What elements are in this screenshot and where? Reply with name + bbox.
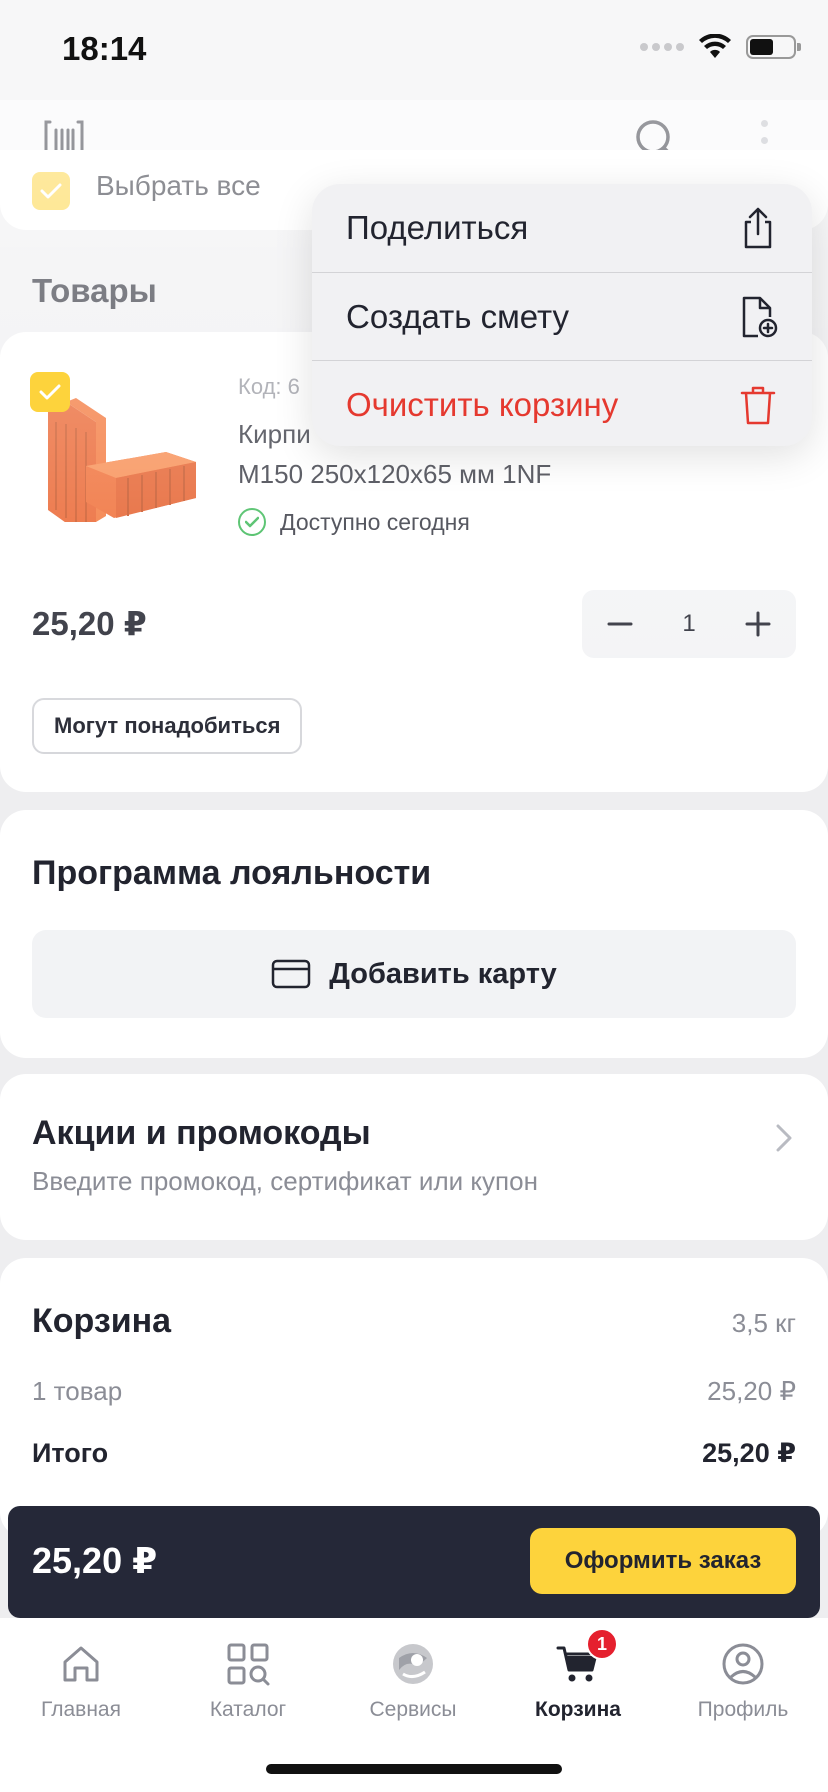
quantity-stepper: 1 [582, 590, 796, 658]
tab-catalog-label: Каталог [209, 1698, 287, 1721]
menu-item-share-label: Поделиться [346, 209, 529, 246]
plus-icon[interactable] [738, 604, 778, 644]
tab-cart[interactable]: 1 Корзина [503, 1628, 653, 1722]
promo-subtitle: Введите промокод, сертификат или купон [32, 1166, 538, 1196]
catalog-icon [227, 1643, 270, 1686]
promo-title: Акции и промокоды [32, 1114, 371, 1152]
product-price: 25,20 ₽ [32, 605, 147, 642]
quantity-value: 1 [682, 610, 696, 637]
status-indicators [640, 34, 801, 60]
tab-services[interactable]: Сервисы [338, 1640, 488, 1722]
check-circle-icon [238, 508, 266, 536]
summary-title: Корзина [32, 1302, 172, 1340]
menu-item-create-estimate[interactable]: Создать смету [312, 272, 812, 360]
cart-summary: Корзина 3,5 кг 1 товар 25,20 ₽ Итого 25,… [0, 1258, 828, 1538]
trash-icon [740, 386, 776, 424]
loyalty-card: Программа лояльности Добавить карту [0, 810, 828, 1058]
summary-total-label: Итого [32, 1438, 109, 1468]
summary-weight: 3,5 кг [731, 1308, 796, 1338]
context-menu: Поделиться Создать смету Очистить корзин… [312, 184, 812, 446]
goods-section-title: Товары [32, 272, 157, 309]
tab-home[interactable]: Главная [6, 1640, 156, 1722]
check-icon [40, 183, 62, 199]
share-icon [744, 207, 772, 249]
product-code: Код: 6 [238, 374, 300, 399]
summary-subtotal: 25,20 ₽ [707, 1376, 796, 1406]
menu-item-clear-cart-label: Очистить корзину [346, 385, 619, 423]
summary-total: 25,20 ₽ [702, 1438, 796, 1468]
check-icon [39, 384, 61, 400]
cart-badge: 1 [586, 1628, 618, 1660]
tab-catalog[interactable]: Каталог [173, 1640, 323, 1722]
add-card-button[interactable]: Добавить карту [32, 930, 796, 1018]
document-add-icon [742, 296, 778, 337]
product-checkbox[interactable] [30, 372, 70, 412]
menu-item-create-estimate-label: Создать смету [346, 297, 570, 335]
checkout-total: 25,20 ₽ [32, 1540, 158, 1581]
menu-item-share[interactable]: Поделиться [312, 184, 812, 272]
availability-label: Доступно сегодня [280, 508, 470, 535]
chevron-right-icon [776, 1124, 792, 1152]
select-all-label: Выбрать все [96, 170, 261, 201]
availability-status: Доступно сегодня [238, 508, 470, 536]
add-card-label: Добавить карту [329, 957, 557, 990]
tab-profile-label: Профиль [697, 1698, 789, 1721]
promo-row[interactable]: Акции и промокоды Введите промокод, серт… [0, 1074, 828, 1240]
cellular-signal-icon [640, 43, 684, 51]
battery-icon [746, 35, 801, 59]
tab-services-label: Сервисы [369, 1698, 457, 1721]
credit-card-icon [271, 959, 311, 989]
checkout-button[interactable]: Оформить заказ [530, 1528, 796, 1594]
home-indicator [266, 1764, 562, 1774]
minus-icon[interactable] [600, 604, 640, 644]
status-time: 18:14 [62, 30, 147, 67]
tab-home-label: Главная [41, 1698, 121, 1721]
checkout-bar: 25,20 ₽ Оформить заказ [8, 1506, 820, 1618]
wifi-icon [699, 34, 731, 58]
cart-icon-wrapper: 1 [554, 1628, 618, 1688]
home-icon [63, 1646, 99, 1682]
loyalty-title: Программа лояльности [32, 854, 432, 892]
select-all-checkbox[interactable] [32, 172, 70, 210]
summary-item-count: 1 товар [32, 1376, 123, 1406]
status-bar: 18:14 [0, 0, 828, 100]
tab-profile[interactable]: Профиль [668, 1640, 818, 1722]
tab-cart-label: Корзина [535, 1698, 621, 1721]
product-name-line-2: М150 250х120х65 мм 1NF [238, 459, 552, 489]
related-products-button[interactable]: Могут понадобиться [32, 698, 303, 754]
menu-item-clear-cart[interactable]: Очистить корзину [312, 360, 812, 446]
services-icon [393, 1644, 433, 1684]
profile-icon [722, 1643, 764, 1685]
